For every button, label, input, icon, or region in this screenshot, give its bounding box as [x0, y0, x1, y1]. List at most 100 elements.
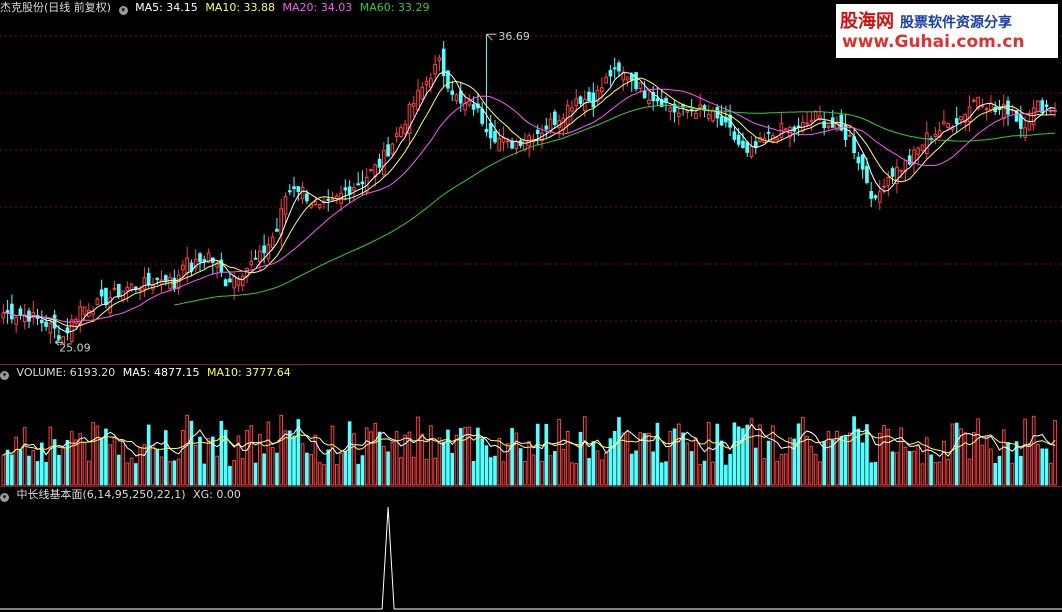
volume-bar: [151, 444, 155, 486]
candle-body: [416, 90, 420, 111]
volume-bar: [420, 433, 425, 486]
volume-bar: [835, 430, 839, 486]
volume-bar: [411, 456, 416, 486]
candle-body: [360, 181, 365, 185]
volume-bar: [997, 455, 1002, 486]
candle-body: [813, 110, 818, 121]
volume-bar: [309, 454, 313, 486]
indicator-chart: [0, 506, 1062, 610]
candle-body: [612, 67, 617, 70]
candle-body: [471, 104, 476, 110]
volume-bar: [980, 444, 985, 486]
volume-bar: [711, 461, 715, 486]
ma60-line: [174, 104, 1056, 306]
volume-bar: [129, 457, 134, 486]
candle-body: [676, 112, 681, 117]
volume-bar: [830, 439, 835, 486]
volume-bar: [437, 437, 442, 486]
volume-bar: [869, 462, 874, 486]
candle-body: [300, 186, 305, 200]
volume-bar: [882, 424, 886, 486]
volume-bar: [134, 463, 138, 486]
volume-panel: ▾ VOLUME: 6193.20 MA5: 4877.15 MA10: 377…: [0, 364, 1062, 487]
volume-bar: [287, 430, 292, 486]
candle-body: [420, 86, 425, 100]
candle-body: [292, 186, 296, 189]
candle-body: [865, 165, 869, 183]
volume-bar: [27, 455, 31, 486]
volume-bar: [185, 414, 189, 486]
collapse-icon[interactable]: ▾: [0, 371, 9, 380]
candle-body: [514, 141, 519, 149]
candle-body: [296, 186, 301, 192]
candle-body: [578, 96, 583, 105]
volume-bar: [933, 462, 938, 486]
volume-bar: [108, 444, 113, 486]
collapse-icon[interactable]: ▾: [0, 493, 9, 502]
candle-body: [570, 107, 574, 112]
volume-bar: [1023, 418, 1027, 486]
volume-bar: [655, 422, 660, 486]
volume-bar: [91, 422, 95, 486]
candle-body: [142, 277, 147, 290]
volume-bar: [339, 452, 343, 486]
volume-bar: [112, 436, 117, 486]
volume-bar: [783, 453, 788, 486]
volume-bar: [146, 424, 151, 486]
indicator-panel: ▾ 中长线基本面(6,14,95,250,22,1) XG: 0.00: [0, 486, 1062, 612]
volume-bar: [57, 454, 61, 486]
volume-bar: [386, 451, 390, 486]
candle-body: [711, 110, 715, 122]
candle-body: [198, 253, 202, 262]
volume-bar: [31, 449, 36, 486]
candle-body: [240, 275, 245, 287]
volume-bar: [228, 465, 232, 486]
volume-bar: [800, 416, 805, 486]
volume-bar: [839, 436, 844, 486]
candle-body: [317, 203, 322, 209]
price-legend: 杰克股份(日线 前复权) ▾ MA5: 34.15 MA10: 33.88 MA…: [0, 1, 433, 15]
candle-body: [116, 283, 121, 297]
volume-bar: [1001, 429, 1006, 486]
candle-body: [822, 120, 827, 129]
candle-body: [48, 322, 53, 334]
candle-body: [394, 133, 399, 138]
volume-bar: [582, 416, 587, 486]
candle-body: [1019, 115, 1023, 129]
candle-body: [600, 87, 604, 93]
candle-body: [745, 141, 750, 153]
volume-bar: [1044, 448, 1049, 486]
candle-body: [907, 155, 912, 165]
volume-bar: [629, 453, 634, 486]
volume-bar: [369, 431, 373, 486]
volume-bar: [548, 455, 553, 486]
collapse-icon[interactable]: ▾: [118, 6, 128, 15]
candle-body: [582, 98, 587, 112]
candle-body: [668, 107, 673, 112]
volume-bar: [595, 450, 600, 486]
volume-bar: [899, 427, 903, 486]
volume-bar: [18, 449, 23, 486]
candle-body: [736, 134, 741, 145]
volume-bar: [202, 463, 207, 486]
volume-bar: [604, 452, 608, 486]
candle-body: [108, 297, 113, 314]
volume-bar: [570, 462, 574, 486]
volume-bar: [600, 459, 604, 486]
volume-bar: [253, 462, 258, 486]
volume-bar: [608, 438, 613, 486]
candle-body: [232, 275, 237, 289]
candle-body: [382, 150, 386, 176]
candle-body: [424, 80, 429, 86]
volume-bar: [518, 448, 523, 486]
volume-bar: [565, 430, 570, 486]
volume-bar: [664, 461, 668, 486]
volume-bar: [240, 458, 245, 486]
candle-body: [287, 190, 292, 193]
volume-bar: [924, 437, 929, 486]
candle-body: [57, 335, 61, 340]
volume-bar: [292, 435, 296, 486]
candle-body: [390, 143, 395, 155]
candle-body: [553, 111, 557, 125]
volume-bar: [245, 430, 249, 486]
